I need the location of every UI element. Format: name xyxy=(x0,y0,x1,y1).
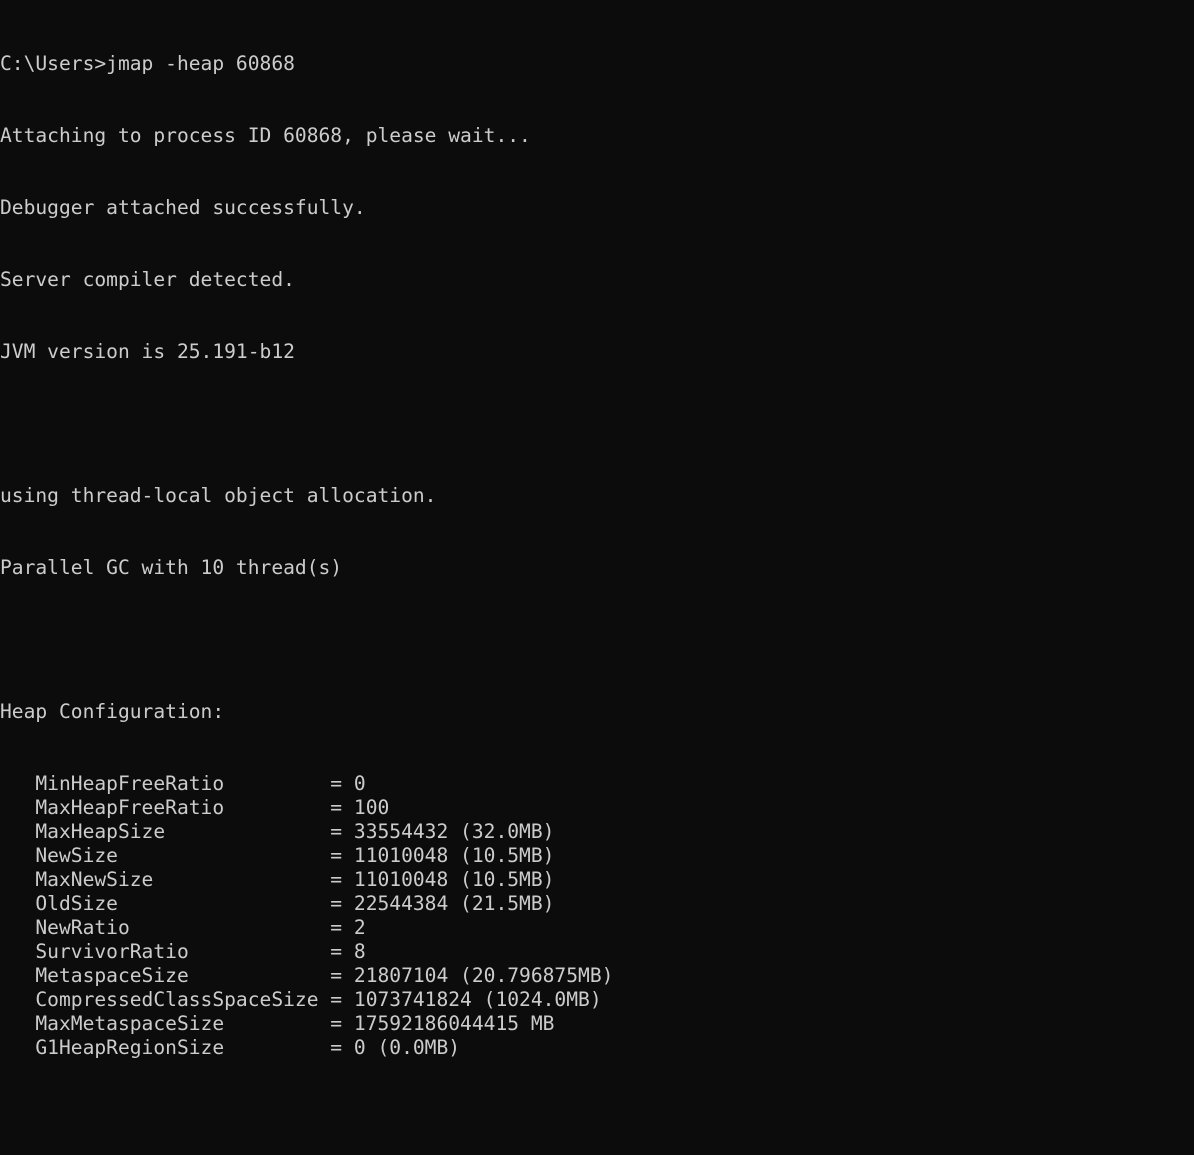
console-output[interactable]: C:\Users>jmap -heap 60868 Attaching to p… xyxy=(0,0,1194,1155)
heap-config-row-maxmetaspacesize: MaxMetaspaceSize = 17592186044415 MB xyxy=(0,1012,555,1035)
debugger-attached-line: Debugger attached successfully. xyxy=(0,196,366,219)
heap-config-row-oldsize: OldSize = 22544384 (21.5MB) xyxy=(0,892,555,915)
attaching-line: Attaching to process ID 60868, please wa… xyxy=(0,124,531,147)
heap-config-row-minheapfreeratio: MinHeapFreeRatio = 0 xyxy=(0,772,366,795)
blank-line-1 xyxy=(0,412,1194,436)
heap-configuration-list: MinHeapFreeRatio = 0 MaxHeapFreeRatio = … xyxy=(0,772,1194,1060)
gc-collector-line: Parallel GC with 10 thread(s) xyxy=(0,556,343,579)
heap-config-row-metaspacesize: MetaspaceSize = 21807104 (20.796875MB) xyxy=(0,964,614,987)
blank-line-3 xyxy=(0,1108,1194,1132)
heap-config-row-newsize: NewSize = 11010048 (10.5MB) xyxy=(0,844,555,867)
heap-config-row-g1heapregionsize: G1HeapRegionSize = 0 (0.0MB) xyxy=(0,1036,461,1059)
heap-config-row-compressedclassspacesize: CompressedClassSpaceSize = 1073741824 (1… xyxy=(0,988,602,1011)
heap-config-row-newratio: NewRatio = 2 xyxy=(0,916,366,939)
command-prompt-line: C:\Users>jmap -heap 60868 xyxy=(0,52,295,75)
server-compiler-line: Server compiler detected. xyxy=(0,268,295,291)
jvm-version-line: JVM version is 25.191-b12 xyxy=(0,340,295,363)
heap-config-row-maxheapfreeratio: MaxHeapFreeRatio = 100 xyxy=(0,796,390,819)
heap-config-row-maxnewsize: MaxNewSize = 11010048 (10.5MB) xyxy=(0,868,555,891)
thread-local-allocation-line: using thread-local object allocation. xyxy=(0,484,437,507)
heap-config-row-survivorratio: SurvivorRatio = 8 xyxy=(0,940,366,963)
heap-config-row-maxheapsize: MaxHeapSize = 33554432 (32.0MB) xyxy=(0,820,555,843)
heap-configuration-title: Heap Configuration: xyxy=(0,700,225,723)
blank-line-2 xyxy=(0,628,1194,652)
